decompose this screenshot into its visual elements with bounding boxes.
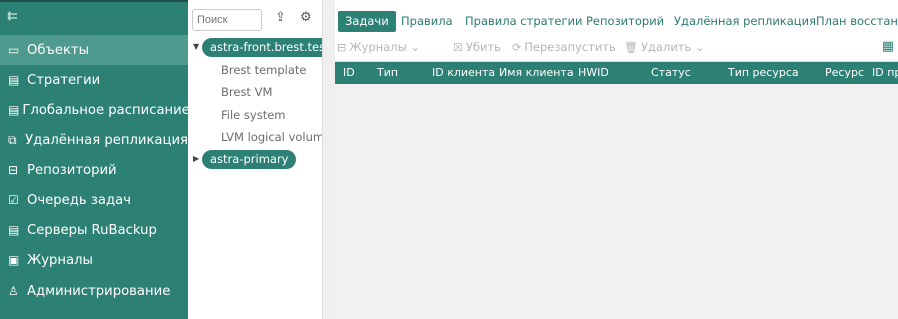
delete-button[interactable]: 🗑 Удалить ⌄ [624,37,705,57]
search-input[interactable] [192,9,262,31]
tab-repository[interactable]: Репозиторий [586,11,664,32]
kill-label: Убить [465,40,501,54]
tree-child-item[interactable]: File system [221,108,285,122]
restart-label: Перезапустить [524,40,616,54]
sidebar-item-objects[interactable]: ▭ Объекты [0,35,188,65]
server-icon: ▤ [8,223,20,237]
schedule-icon: ▤ [8,103,20,117]
app-window: ⇇ ▭ Объекты ▤ Стратегии ▤ Глобальное рас… [0,0,898,319]
columns-grid-icon[interactable]: ▦ [882,39,894,54]
tab-tasks[interactable]: Задачи [338,11,396,32]
column-header-id[interactable]: ID [343,62,355,84]
tree-child-item[interactable]: Brest VM [221,85,272,99]
tree-child-item[interactable]: Brest template [221,63,307,77]
column-header-client-name[interactable]: Имя клиента [499,62,574,84]
sidebar-item-global-schedule[interactable]: ▤ Глобальное расписание [0,95,190,125]
tab-recovery-plan[interactable]: План восстановл [816,11,898,32]
collapsed-caret-icon[interactable]: ▶ [193,154,199,163]
logs-button[interactable]: ⊟ Журналы ⌄ [337,37,420,57]
object-tree-panel: ⇪ ⚙ ▼ astra-front.brest.test Brest templ… [188,0,338,319]
tasks-table: ID Тип ID клиента Имя клиента HWID Стату… [335,61,898,319]
logs-label: Журналы [349,40,407,54]
sidebar-top-strip [0,0,188,2]
chevron-down-icon: ⌄ [410,40,421,54]
kill-button[interactable]: ☒ Убить [453,37,501,57]
restart-icon: ⟳ [512,41,522,54]
tab-remote-replication[interactable]: Удалённая репликация [674,11,816,32]
logs-icon: ⊟ [337,41,347,54]
sidebar-item-label: Объекты [27,42,90,58]
sidebar-item-label: Серверы RuBackup [27,222,157,238]
sidebar-item-servers[interactable]: ▤ Серверы RuBackup [0,215,188,245]
tree-node-astra-front[interactable]: astra-front.brest.test [202,38,338,57]
tab-rules[interactable]: Правила [401,11,453,32]
sidebar-item-label: Журналы [27,252,93,268]
sidebar-item-remote-replication[interactable]: ⧉ Удалённая репликация [0,125,188,155]
task-queue-icon: ☑ [8,193,19,207]
column-header-status[interactable]: Статус [651,62,691,84]
tree-child-item[interactable]: LVM logical volume [221,130,331,144]
trash-icon: 🗑 [624,41,638,54]
restart-button[interactable]: ⟳ Перезапустить [512,37,616,57]
upload-icon[interactable]: ⇪ [275,10,286,25]
sidebar-item-administration[interactable]: ♙ Администрирование [0,276,188,306]
panel-splitter[interactable] [322,0,335,319]
column-header-type[interactable]: Тип [377,62,398,84]
sidebar-item-label: Администрирование [27,283,171,299]
column-header-hwid[interactable]: HWID [578,62,609,84]
toolbar: ⊟ Журналы ⌄ ☒ Убить ⟳ Перезапустить 🗑 Удалит… [335,37,898,57]
sidebar-item-label: Глобальное расписание [22,102,190,118]
sidebar-item-label: Удалённая репликация [25,132,188,148]
sidebar-item-task-queue[interactable]: ☑ Очередь задач [0,185,188,215]
collapse-sidebar-icon[interactable]: ⇇ [7,9,18,24]
admin-icon: ♙ [8,284,19,298]
log-icon: ▣ [8,253,20,267]
sidebar: ⇇ ▭ Объекты ▤ Стратегии ▤ Глобальное рас… [0,0,190,319]
sidebar-item-label: Стратегии [27,72,101,88]
delete-label: Удалить [640,40,692,54]
column-header-id-pr[interactable]: ID пр [872,62,898,84]
settings-icon[interactable]: ⚙ [300,10,312,25]
replication-icon: ⧉ [8,132,17,147]
main-content: Задачи Правила Правила стратегии Репозит… [335,0,898,319]
sidebar-item-logs[interactable]: ▣ Журналы [0,245,188,275]
monitor-icon: ▭ [8,43,20,57]
table-header: ID Тип ID клиента Имя клиента HWID Стату… [335,62,898,84]
sidebar-item-label: Репозиторий [27,162,117,178]
document-icon: ▤ [8,73,20,87]
sidebar-item-repository[interactable]: ⊟ Репозиторий [0,155,188,185]
sidebar-item-strategies[interactable]: ▤ Стратегии [0,65,188,95]
kill-icon: ☒ [453,41,463,54]
chevron-down-icon: ⌄ [694,40,705,54]
repository-icon: ⊟ [8,163,19,177]
tab-bar: Задачи Правила Правила стратегии Репозит… [335,11,898,33]
column-header-resource[interactable]: Ресурс [825,62,864,84]
tree-node-astra-primary[interactable]: astra-primary [202,150,297,169]
column-header-client-id[interactable]: ID клиента [432,62,495,84]
sidebar-item-label: Очередь задач [27,192,131,208]
expand-caret-icon[interactable]: ▼ [193,42,199,51]
column-header-resource-type[interactable]: Тип ресурса [728,62,799,84]
tab-strategy-rules[interactable]: Правила стратегии [465,11,582,32]
